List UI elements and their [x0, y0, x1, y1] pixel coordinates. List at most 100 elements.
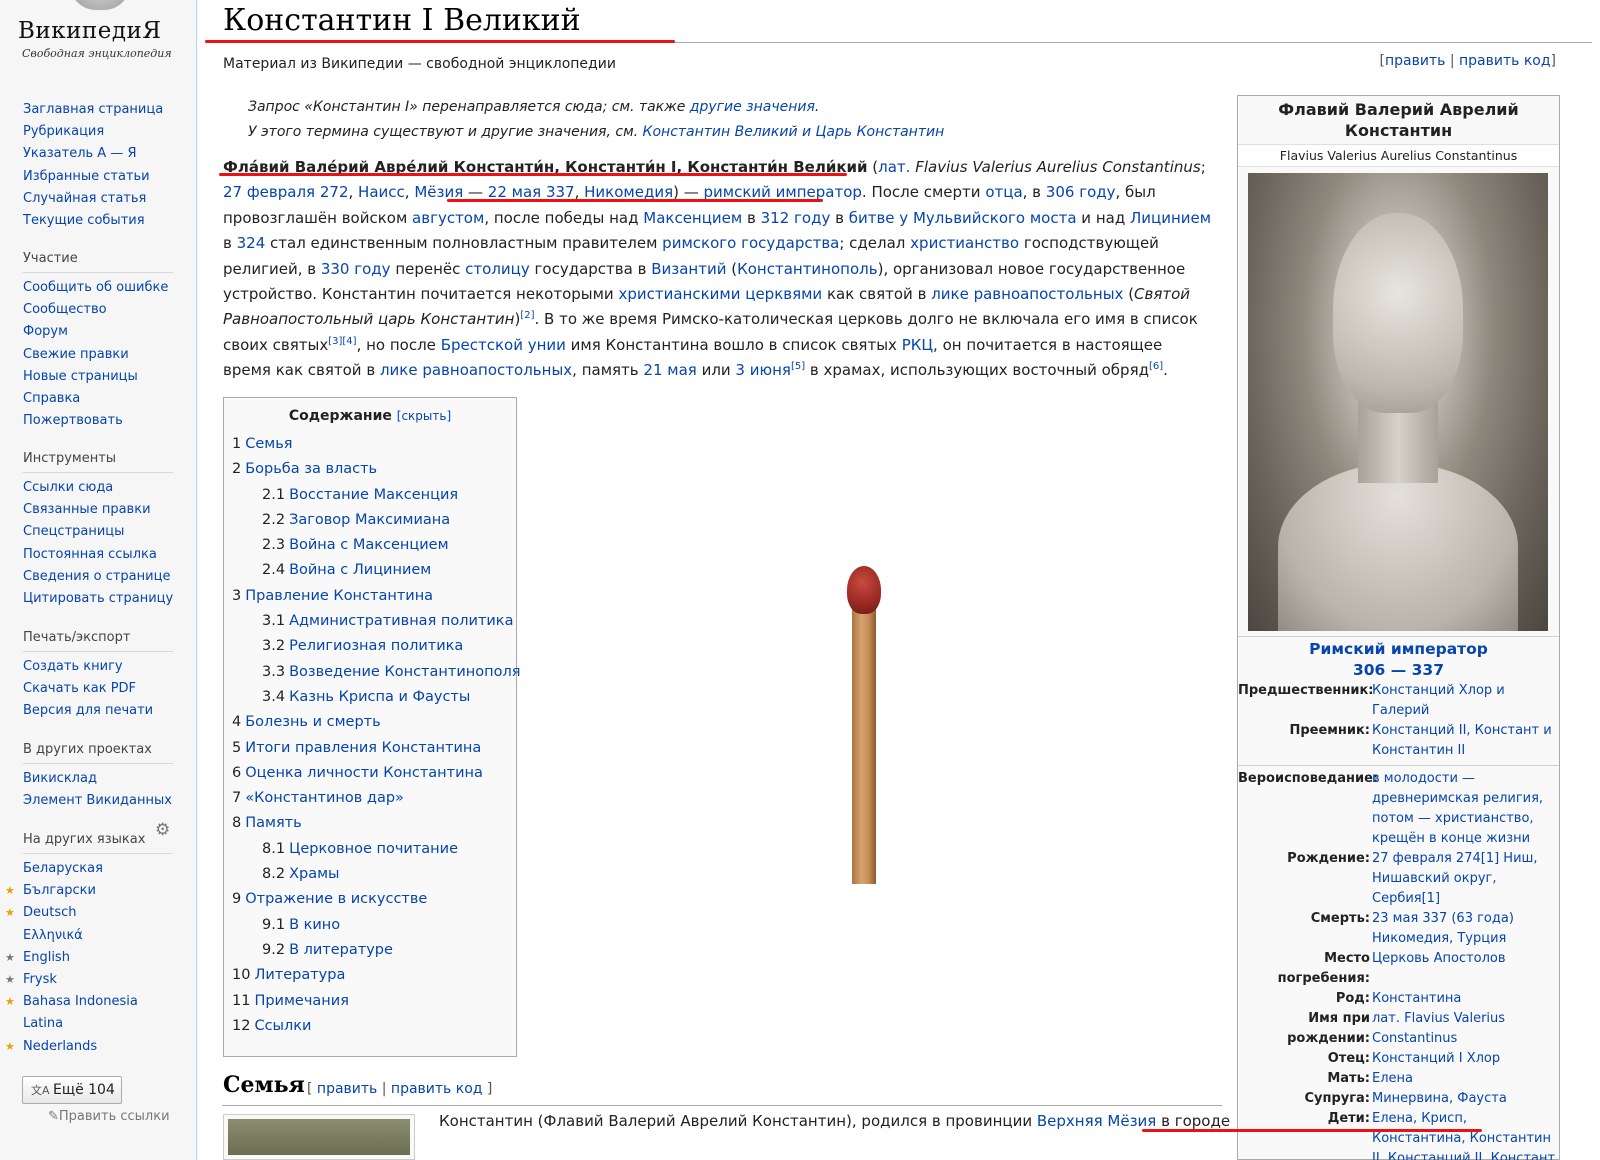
- nav-what-links-here[interactable]: Ссылки сюда: [23, 477, 173, 499]
- nav-projects: В других проектах Викисклад Элемент Вики…: [23, 742, 173, 812]
- matchstick-image: [847, 566, 881, 886]
- lang-bg[interactable]: ★ Български: [5, 880, 173, 902]
- toc-item-number: 9.1: [262, 916, 286, 933]
- nav-report-error[interactable]: Сообщить об ошибке: [23, 277, 173, 299]
- toc-item-number: 3: [232, 587, 242, 604]
- matchstick-stick: [852, 606, 876, 884]
- nav-current-events[interactable]: Текущие события: [23, 210, 173, 232]
- toc-item[interactable]: 2 Борьба за власть: [232, 457, 508, 482]
- section-thumbnail[interactable]: [223, 1114, 415, 1160]
- lang-en[interactable]: ★ English: [5, 947, 173, 969]
- toc-item-number: 9.2: [262, 941, 286, 958]
- toc-item[interactable]: 9 Отражение в искусстве: [232, 887, 508, 912]
- section-edit-button[interactable]: править: [317, 1081, 377, 1097]
- infobox-row-value[interactable]: Константина: [1372, 989, 1557, 1009]
- lang-el[interactable]: Ελληνικά: [23, 925, 173, 947]
- infobox-row-value[interactable]: 27 февраля 274[1] Ниш, Нишавский округ, …: [1372, 849, 1557, 909]
- edit-code-button[interactable]: править код: [1459, 53, 1551, 69]
- nav-commons[interactable]: Викисклад: [23, 768, 173, 790]
- toc-item-label: Административная политика: [289, 613, 514, 630]
- infobox-role[interactable]: Римский император 306 — 337: [1238, 636, 1559, 681]
- edit-interlanguage-links[interactable]: ✎Править ссылки: [48, 1109, 170, 1124]
- toc-item[interactable]: 2.2 Заговор Максимиана: [232, 508, 508, 533]
- toc-item[interactable]: 2.3 Война с Максенцием: [232, 533, 508, 558]
- gear-icon[interactable]: ⚙: [155, 820, 170, 840]
- toc-item[interactable]: 7 «Константинов дар»: [232, 786, 508, 811]
- infobox-row-label: Отец:: [1327, 1051, 1370, 1066]
- nav-forum[interactable]: Форум: [23, 321, 173, 343]
- infobox-row-value[interactable]: Минервина, Фауста: [1372, 1089, 1557, 1109]
- nav-related-changes[interactable]: Связанные правки: [23, 499, 173, 521]
- infobox-bust-photo[interactable]: [1248, 173, 1548, 631]
- toc-item[interactable]: 6 Оценка личности Константина: [232, 761, 508, 786]
- nav-help[interactable]: Справка: [23, 388, 173, 410]
- nav-printable-version[interactable]: Версия для печати: [23, 700, 173, 722]
- toc-item[interactable]: 2.1 Восстание Максенция: [232, 483, 508, 508]
- nav-recent-changes[interactable]: Свежие правки: [23, 344, 173, 366]
- toc-item[interactable]: 3.4 Казнь Криспа и Фаусты: [232, 685, 508, 710]
- nav-print-heading[interactable]: Печать/экспорт: [23, 630, 173, 652]
- nav-create-book[interactable]: Создать книгу: [23, 656, 173, 678]
- nav-donate[interactable]: Пожертвовать: [23, 410, 173, 432]
- toc-item[interactable]: 2.4 Война с Лицинием: [232, 558, 508, 583]
- edit-button[interactable]: править: [1385, 53, 1445, 69]
- toc-item[interactable]: 5 Итоги правления Константина: [232, 736, 508, 761]
- toc-hide-toggle[interactable]: [скрыть]: [397, 409, 451, 423]
- infobox-row-value[interactable]: Церковь Апостолов: [1372, 949, 1557, 989]
- upper-moesia-link[interactable]: Верхняя Мёзия: [1037, 1112, 1156, 1130]
- infobox-row-value[interactable]: Елена, Крисп, Константина, Константин II…: [1372, 1109, 1557, 1160]
- hatnote-disambig-link[interactable]: Константин Великий и Царь Константин: [643, 124, 945, 140]
- infobox-row-value[interactable]: Констанций Хлор и Галерий: [1372, 681, 1557, 721]
- nav-main-page[interactable]: Заглавная страница: [23, 99, 173, 121]
- wikipedia-globe-icon[interactable]: [70, 0, 130, 10]
- toc-item[interactable]: 9.1 В кино: [232, 913, 508, 938]
- toc-item[interactable]: 4 Болезнь и смерть: [232, 710, 508, 735]
- nav-featured[interactable]: Избранные статьи: [23, 166, 173, 188]
- lang-be[interactable]: Беларуская: [23, 858, 173, 880]
- infobox-row: Дети: Елена, Крисп, Константина, Констант…: [1238, 1109, 1559, 1160]
- toc-item[interactable]: 8.2 Храмы: [232, 862, 508, 887]
- lang-id[interactable]: ★ Bahasa Indonesia: [5, 991, 173, 1013]
- more-languages-button[interactable]: 文A Ещё 104: [22, 1076, 122, 1104]
- nav-participation-heading[interactable]: Участие: [23, 251, 173, 273]
- nav-download-pdf[interactable]: Скачать как PDF: [23, 678, 173, 700]
- nav-languages-heading[interactable]: На других языках: [23, 832, 173, 854]
- toc-item[interactable]: 3.3 Возведение Константинополя: [232, 660, 520, 685]
- toc-item[interactable]: 3.2 Религиозная политика: [232, 634, 508, 659]
- infobox-row-value[interactable]: в молодости — древнеримская религия, пот…: [1372, 769, 1557, 849]
- nav-index[interactable]: Указатель А — Я: [23, 143, 173, 165]
- toc-item[interactable]: 3 Правление Константина: [232, 584, 508, 609]
- logo-title[interactable]: ВикипедиЯ: [18, 18, 161, 44]
- infobox-row-value[interactable]: 23 мая 337 (63 года) Никомедия, Турция: [1372, 909, 1557, 949]
- toc-item-label: Заговор Максимиана: [289, 511, 451, 528]
- lang-de[interactable]: ★ Deutsch: [5, 902, 173, 924]
- section-edit-code-button[interactable]: править код: [391, 1081, 483, 1097]
- toc-item[interactable]: 9.2 В литературе: [232, 938, 508, 963]
- nav-new-pages[interactable]: Новые страницы: [23, 366, 173, 388]
- nav-projects-heading[interactable]: В других проектах: [23, 742, 173, 764]
- toc-item[interactable]: 10 Литература: [232, 963, 508, 988]
- toc-item[interactable]: 11 Примечания: [232, 989, 508, 1014]
- nav-tools-heading[interactable]: Инструменты: [23, 451, 173, 473]
- toc-item[interactable]: 8 Память: [232, 811, 508, 836]
- toc-item[interactable]: 12 Ссылки: [232, 1014, 508, 1039]
- nav-page-info[interactable]: Сведения о странице: [23, 566, 173, 588]
- lang-fy[interactable]: ★ Frysk: [5, 969, 173, 991]
- infobox-row-value[interactable]: Констанций I Хлор: [1372, 1049, 1557, 1069]
- lang-nl[interactable]: ★ Nederlands: [5, 1036, 173, 1058]
- nav-permanent-link[interactable]: Постоянная ссылка: [23, 544, 173, 566]
- hatnote-other-meanings-link[interactable]: другие значения: [690, 99, 815, 115]
- nav-categories[interactable]: Рубрикация: [23, 121, 173, 143]
- toc-item[interactable]: 3.1 Административная политика: [232, 609, 513, 634]
- nav-wikidata-item[interactable]: Элемент Викиданных: [23, 790, 173, 812]
- infobox-row-value[interactable]: лат. Flavius Valerius Constantinus: [1372, 1009, 1557, 1049]
- infobox-row-value[interactable]: Елена: [1372, 1069, 1557, 1089]
- nav-special-pages[interactable]: Спецстраницы: [23, 521, 173, 543]
- lang-la[interactable]: Latina: [23, 1013, 173, 1035]
- nav-cite-page[interactable]: Цитировать страницу: [23, 588, 173, 610]
- toc-item[interactable]: 8.1 Церковное почитание: [232, 837, 508, 862]
- toc-item[interactable]: 1 Семья: [232, 432, 508, 457]
- nav-community[interactable]: Сообщество: [23, 299, 173, 321]
- nav-random[interactable]: Случайная статья: [23, 188, 173, 210]
- infobox-row-value[interactable]: Констанций II, Констант и Константин II: [1372, 721, 1557, 761]
